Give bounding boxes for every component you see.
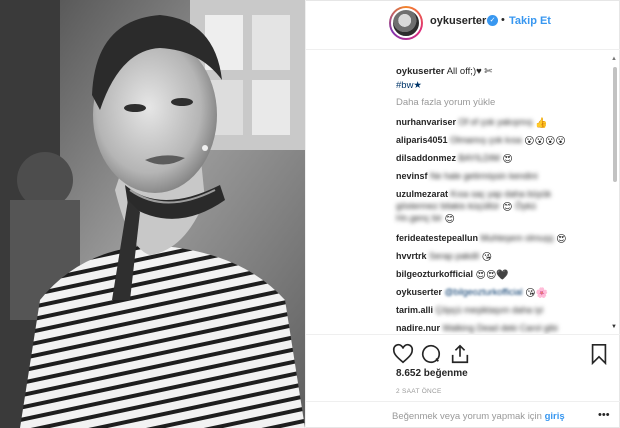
kiss-emoji: 😘 — [481, 252, 493, 263]
surprised-emoji: 😮😮😮😮 — [524, 136, 566, 147]
load-more-comments-button[interactable]: Daha fazla yorum yükle — [396, 97, 495, 108]
login-prompt-text: Beğenmek veya yorum yapmak için — [392, 411, 542, 422]
login-link[interactable]: giriş — [545, 411, 565, 422]
comment-item: hvvrtrk Serap pakdil 😘 — [396, 250, 606, 263]
comment-text: Öykü — [515, 201, 537, 211]
bookmark-icon[interactable] — [588, 343, 610, 365]
comment-username[interactable]: aliparis4051 — [396, 135, 448, 145]
scrollbar-thumb[interactable] — [613, 67, 617, 182]
heart-icon[interactable] — [392, 343, 414, 365]
caption-username[interactable]: oykuserter — [396, 66, 445, 77]
comment-username[interactable]: oykuserter — [396, 287, 442, 297]
likes-count[interactable]: 8.652 beğenme — [396, 368, 468, 379]
more-options-icon[interactable]: ••• — [598, 409, 610, 421]
scroll-down-arrow-icon[interactable]: ▼ — [611, 324, 617, 330]
comment-username[interactable]: nevinsf — [396, 171, 428, 181]
comment-text: Olmamış çok kısa — [450, 135, 522, 145]
comment-item: oykuserter @bilgeozturkofficial 😘🌸 — [396, 286, 606, 299]
comment-text: Kısa saç yap daha büyük — [450, 189, 552, 199]
comment-username[interactable]: ferideatestepeallun — [396, 233, 478, 243]
comment-item: uzulmezarat Kısa saç yap daha büyük — [396, 188, 606, 200]
post-caption: oykuserter All off;)♥ ✄ #bw★ — [396, 65, 606, 93]
comment-mention[interactable]: @bilgeozturkofficial — [445, 287, 523, 297]
comment-item: nadire.nur Walking Dead deki Carol gibi — [396, 322, 606, 334]
post-photo[interactable] — [0, 0, 305, 428]
post-timestamp: 2 SAAT ÖNCE — [396, 388, 442, 395]
comment-username[interactable]: bilgeozturkofficial — [396, 269, 473, 279]
login-prompt: Beğenmek veya yorum yapmak için giriş — [392, 411, 565, 422]
comment-text: Ne hale getirmişsin kendini — [430, 171, 538, 181]
heart-eyes-emoji: 😍 — [502, 154, 513, 165]
share-icon[interactable] — [449, 343, 471, 365]
comment-username[interactable]: nadire.nur — [396, 323, 440, 333]
comment-text: göstermez bilakis küçültür — [396, 201, 500, 211]
heart-eyes-emoji: 😍😍🖤 — [475, 270, 509, 281]
comment-item: aliparis4051 Olmamış çok kısa 😮😮😮😮 — [396, 134, 606, 147]
follow-button[interactable]: Takip Et — [509, 15, 551, 27]
header-username[interactable]: oykuserter — [430, 15, 486, 27]
comment-text: BAYILDIM — [458, 153, 500, 163]
comment-item: dilsaddonmez BAYILDIM 😍 — [396, 152, 606, 165]
avatar[interactable] — [391, 8, 421, 38]
comment-text: Walking Dead deki Carol gibi — [442, 323, 558, 333]
comment-username[interactable]: hvvrtrk — [396, 251, 427, 261]
comment-continuation: Hn.genç bir 😊 — [396, 212, 606, 225]
comment-item: nevinsf Ne hale getirmişsin kendini — [396, 170, 606, 182]
comment-text: Çöpçü meşiktaşım daha iyi — [435, 305, 544, 315]
separator-dot: • — [501, 14, 505, 26]
post-header: oykuserter ✓ • Takip Et — [306, 0, 620, 50]
scroll-up-arrow-icon[interactable]: ▲ — [611, 56, 617, 62]
comments-section[interactable]: oykuserter All off;)♥ ✄ #bw★ Daha fazla … — [306, 51, 620, 334]
comment-username[interactable]: nurhanvariser — [396, 117, 456, 127]
comment-item: nurhanvariser Of of çok yakışmış 👍 — [396, 116, 606, 129]
verified-badge-icon: ✓ — [487, 15, 498, 26]
post-details-panel: oykuserter ✓ • Takip Et oykuserter All o… — [305, 0, 620, 428]
comment-text: Serap pakdil — [429, 251, 480, 261]
caption-hashtag[interactable]: #bw★ — [396, 80, 422, 91]
comment-item: tarim.alli Çöpçü meşiktaşım daha iyi — [396, 304, 606, 316]
comment-text: Muhteşem olmuşş — [480, 233, 554, 243]
comment-item: bilgeozturkofficial 😍😍🖤 — [396, 268, 606, 281]
comment-username[interactable]: dilsaddonmez — [396, 153, 456, 163]
heart-eyes-emoji: 😍 — [556, 234, 567, 245]
comment-text: Hn.genç bir — [396, 213, 443, 223]
kiss-flower-emoji: 😘🌸 — [525, 288, 548, 299]
comment-username[interactable]: uzulmezarat — [396, 189, 448, 199]
thumbs-up-emoji: 👍 — [535, 118, 548, 129]
caption-text: All off;)♥ ✄ — [446, 66, 493, 77]
story-ring[interactable] — [389, 6, 423, 40]
comment-footer: Beğenmek veya yorum yapmak için giriş ••… — [306, 401, 620, 428]
comment-item: ferideatestepeallun Muhteşem olmuşş 😍 — [396, 232, 606, 245]
smile-emoji: 😊 — [444, 214, 455, 225]
comment-username[interactable]: tarim.alli — [396, 305, 433, 315]
portrait-image — [0, 0, 305, 428]
comment-icon[interactable] — [420, 343, 442, 365]
comment-text: Of of çok yakışmış — [458, 117, 533, 127]
